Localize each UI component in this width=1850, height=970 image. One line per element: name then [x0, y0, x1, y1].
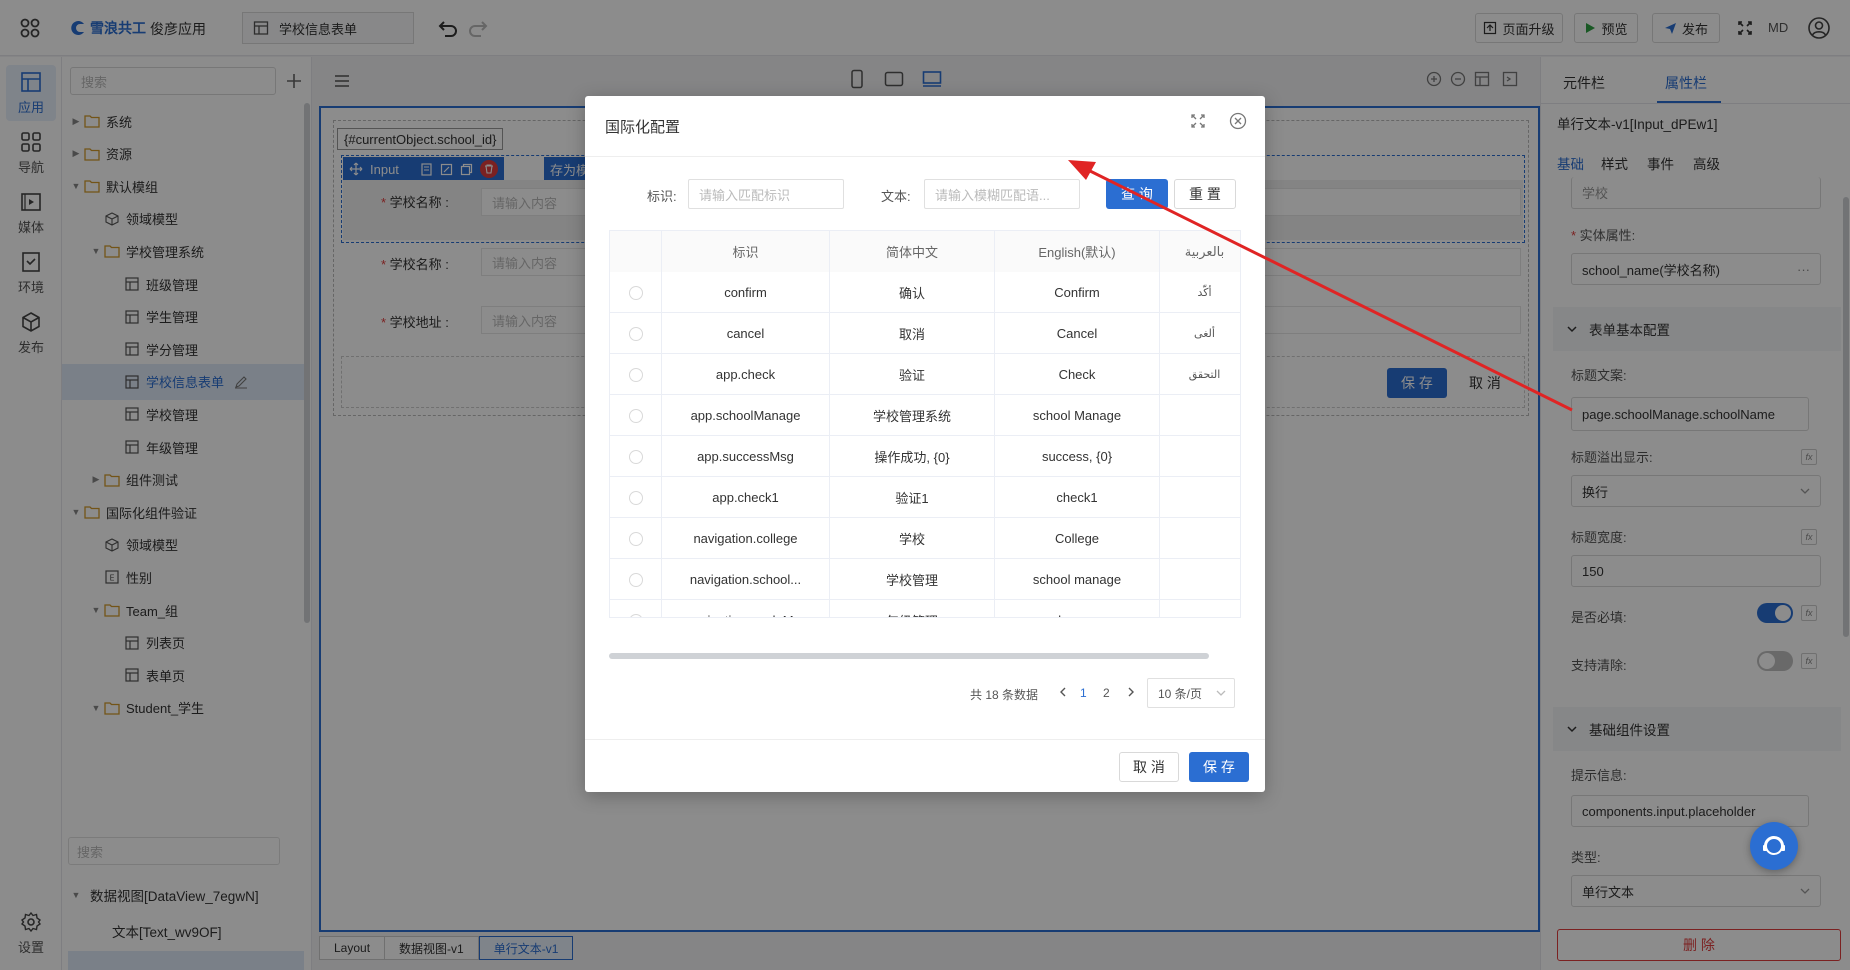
support-icon	[1763, 836, 1785, 855]
annotation-arrow-line	[1079, 164, 1573, 412]
annotation-arrow-head	[1068, 160, 1096, 180]
annotation-arrow	[1068, 160, 1573, 412]
help-float-button[interactable]	[1750, 822, 1798, 870]
